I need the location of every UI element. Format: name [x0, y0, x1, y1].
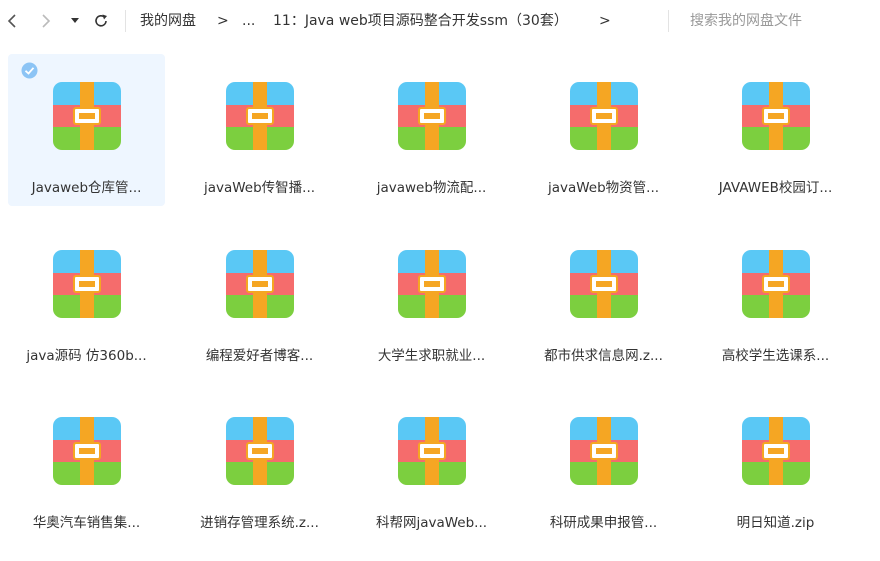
file-item[interactable]: 明日知道.zip	[697, 389, 854, 541]
file-name-label: 编程爱好者博客...	[205, 348, 314, 364]
zip-archive-icon	[570, 417, 638, 485]
history-dropdown-button[interactable]	[68, 8, 82, 34]
file-item[interactable]: 编程爱好者博客...	[181, 222, 338, 374]
file-item[interactable]: 进销存管理系统.z...	[181, 389, 338, 541]
search-input[interactable]: 搜索我的网盘文件	[690, 11, 802, 31]
zip-archive-icon	[53, 417, 121, 485]
file-name-label: 明日知道.zip	[736, 515, 815, 531]
breadcrumb-root[interactable]: 我的网盘	[140, 11, 196, 31]
file-name-label: JAVAWEB校园订...	[718, 180, 833, 196]
zip-archive-icon	[398, 250, 466, 318]
zip-archive-icon	[53, 250, 121, 318]
zip-archive-icon	[226, 417, 294, 485]
back-button[interactable]	[2, 8, 22, 34]
file-item[interactable]: 科研成果申报管...	[525, 389, 682, 541]
zip-archive-icon	[742, 417, 810, 485]
file-item[interactable]: 华奥汽车销售集...	[8, 389, 165, 541]
file-item[interactable]: JAVAWEB校园订...	[697, 54, 854, 206]
file-item[interactable]: java源码 仿360b...	[8, 222, 165, 374]
zip-archive-icon	[398, 82, 466, 150]
file-name-label: 科研成果申报管...	[549, 515, 658, 531]
forward-button[interactable]	[36, 8, 56, 34]
breadcrumb-ellipsis[interactable]: ...	[242, 11, 255, 31]
caret-down-icon	[71, 18, 79, 23]
divider	[125, 10, 126, 32]
zip-archive-icon	[53, 82, 121, 150]
toolbar: 我的网盘 > ... 11：Java web项目源码整合开发ssm（30套） >…	[0, 0, 880, 42]
breadcrumb-current[interactable]: 11：Java web项目源码整合开发ssm（30套）	[273, 11, 568, 31]
check-circle-icon[interactable]	[21, 62, 38, 79]
zip-archive-icon	[570, 250, 638, 318]
file-item[interactable]: 都市供求信息网.z...	[525, 222, 682, 374]
file-name-label: 华奥汽车销售集...	[32, 515, 141, 531]
zip-archive-icon	[226, 82, 294, 150]
file-name-label: 进销存管理系统.z...	[200, 515, 319, 531]
breadcrumb-separator[interactable]: >	[599, 11, 611, 31]
file-item[interactable]: javaweb物流配...	[353, 54, 510, 206]
file-name-label: Javaweb仓库管...	[31, 180, 142, 196]
file-item[interactable]: javaWeb物资管...	[525, 54, 682, 206]
file-name-label: javaweb物流配...	[376, 180, 487, 196]
file-name-label: javaWeb物资管...	[547, 180, 660, 196]
file-item[interactable]: 高校学生选课系...	[697, 222, 854, 374]
file-name-label: 都市供求信息网.z...	[544, 348, 663, 364]
file-name-label: java源码 仿360b...	[26, 348, 147, 364]
file-name-label: 大学生求职就业...	[377, 348, 486, 364]
zip-archive-icon	[742, 250, 810, 318]
zip-archive-icon	[570, 82, 638, 150]
chevron-right-icon	[42, 14, 51, 28]
file-name-label: javaWeb传智播...	[203, 180, 316, 196]
file-item[interactable]: 科帮网javaWeb...	[353, 389, 510, 541]
refresh-button[interactable]	[90, 8, 112, 34]
file-item[interactable]: 大学生求职就业...	[353, 222, 510, 374]
breadcrumb-separator: >	[217, 13, 229, 29]
file-item[interactable]: javaWeb传智播...	[181, 54, 338, 206]
file-name-label: 高校学生选课系...	[721, 348, 830, 364]
file-name-label: 科帮网javaWeb...	[375, 515, 488, 531]
zip-archive-icon	[398, 417, 466, 485]
zip-archive-icon	[742, 82, 810, 150]
zip-archive-icon	[226, 250, 294, 318]
divider	[668, 10, 669, 32]
chevron-left-icon	[7, 14, 16, 28]
refresh-icon	[95, 14, 107, 27]
file-item[interactable]: Javaweb仓库管...	[8, 54, 165, 206]
